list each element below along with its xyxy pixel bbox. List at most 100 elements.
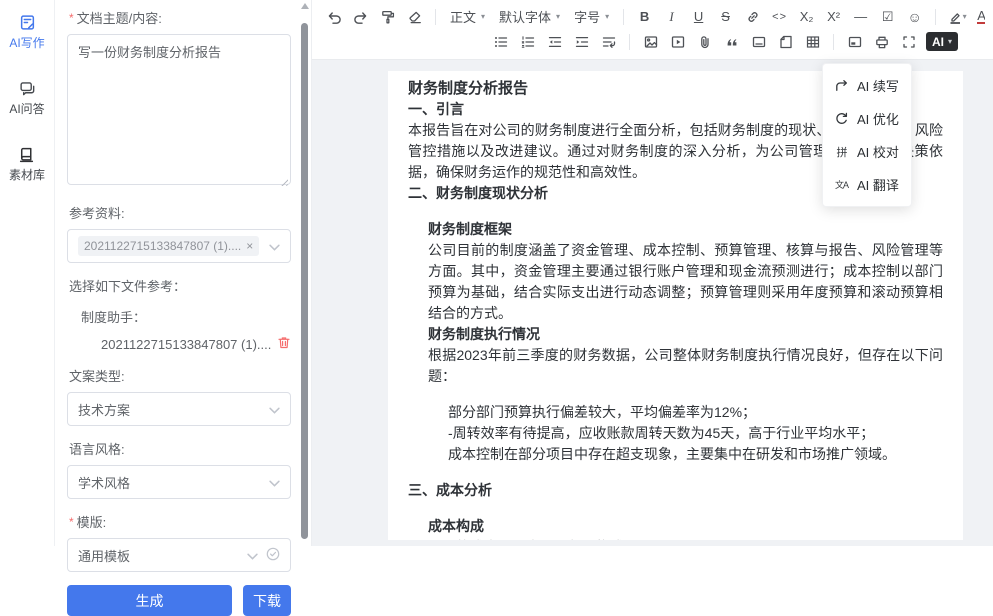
- divider-button[interactable]: [745, 30, 772, 53]
- check-circle-icon[interactable]: [266, 547, 280, 564]
- generate-button[interactable]: 生成: [67, 585, 232, 616]
- superscript-button[interactable]: X²: [820, 5, 847, 28]
- topic-textarea-wrap: 写一份财务制度分析报告: [67, 34, 291, 190]
- reference-label: 参考资料:: [69, 203, 289, 222]
- print-button[interactable]: [868, 30, 895, 53]
- nav-item-label: AI写作: [9, 34, 44, 51]
- app-window: AI写作 AI问答 素材库 * 文: [0, 0, 993, 546]
- horizontal-rule-button[interactable]: —: [847, 5, 874, 28]
- doc-type-label: 文案类型:: [69, 366, 289, 385]
- outdent-button[interactable]: [541, 30, 568, 53]
- chevron-down-icon: [269, 475, 280, 490]
- download-button[interactable]: 下载: [243, 585, 291, 616]
- editor: 正文▾ 默认字体▾ 字号▾ B I U S <> X₂ X² —: [312, 0, 993, 546]
- menu-item-ai-translate[interactable]: 文A AI 翻译: [823, 168, 911, 201]
- doc-block: 成本构成: [408, 516, 943, 537]
- scrollbar-thumb[interactable]: [301, 23, 308, 539]
- caret-down-icon: ▾: [605, 12, 609, 21]
- doc-block: 成本控制在部分项目中存在超支现象，主要集中在研发和市场推广领域。: [408, 444, 943, 465]
- font-color-button[interactable]: A ▾: [970, 5, 985, 28]
- reference-tag[interactable]: 2021122715133847807 (1).... ×: [78, 236, 259, 256]
- form-actions: 生成 下载: [67, 585, 291, 616]
- toolbar-row-2: AI ▾: [487, 29, 985, 54]
- caret-down-icon: ▾: [556, 12, 560, 21]
- template-select[interactable]: 通用模板: [67, 538, 291, 572]
- reference-select[interactable]: 2021122715133847807 (1).... ×: [67, 229, 291, 263]
- underline-button[interactable]: U: [685, 5, 712, 28]
- scroll-up-arrow[interactable]: [301, 3, 309, 9]
- inline-code-button[interactable]: <>: [766, 5, 793, 28]
- subscript-button[interactable]: X₂: [793, 5, 820, 28]
- ai-writing-form: * 文档主题/内容: 写一份财务制度分析报告 参考资料: 20211227151…: [55, 0, 312, 546]
- link-icon[interactable]: [739, 5, 766, 28]
- redo-button[interactable]: [347, 5, 374, 28]
- undo-button[interactable]: [320, 5, 347, 28]
- ai-tools-button[interactable]: AI ▾: [926, 32, 958, 51]
- font-size-select[interactable]: 字号▾: [567, 5, 616, 28]
- toolbar-separator: [435, 9, 436, 25]
- nav-item-ai-writing[interactable]: AI写作: [9, 14, 44, 51]
- editor-toolbar: 正文▾ 默认字体▾ 字号▾ B I U S <> X₂ X² —: [312, 0, 993, 60]
- indent-button[interactable]: [568, 30, 595, 53]
- optimize-refresh-icon: [834, 111, 849, 126]
- library-icon: [18, 146, 35, 163]
- doc-block: 三、成本分析: [408, 480, 943, 501]
- toolbar-separator: [629, 34, 630, 50]
- highlight-pen-button[interactable]: ▾: [943, 5, 970, 28]
- font-family-select[interactable]: 默认字体▾: [492, 5, 567, 28]
- fullscreen-button[interactable]: [895, 30, 922, 53]
- tag-close-icon[interactable]: ×: [246, 240, 253, 252]
- strikethrough-button[interactable]: S: [712, 5, 739, 28]
- style-label: 语言风格:: [69, 439, 289, 458]
- toolbar-separator: [833, 34, 834, 50]
- code-block-button[interactable]: [772, 30, 799, 53]
- doc-block: 财务制度框架: [408, 219, 943, 240]
- menu-item-ai-continue[interactable]: AI 续写: [823, 69, 911, 102]
- paragraph-style-select[interactable]: 正文▾: [443, 5, 492, 28]
- emoji-button[interactable]: ☺: [901, 5, 928, 28]
- nav-item-material-library[interactable]: 素材库: [9, 146, 45, 183]
- source-view-button[interactable]: [841, 30, 868, 53]
- text-wrap-button[interactable]: [595, 30, 622, 53]
- menu-item-ai-proofread[interactable]: 拼 AI 校对: [823, 135, 911, 168]
- assistant-label: 制度助手：: [81, 307, 289, 326]
- chevron-down-icon: [247, 548, 258, 563]
- required-mark: *: [69, 11, 74, 25]
- trash-icon[interactable]: [277, 335, 291, 353]
- proofread-icon: 拼: [834, 144, 849, 160]
- bullet-list-button[interactable]: [487, 30, 514, 53]
- doc-block: 部分部门预算执行偏差较大，平均偏差率为12%；: [408, 402, 943, 423]
- menu-item-ai-optimize[interactable]: AI 优化: [823, 102, 911, 135]
- template-label: * 模版:: [69, 512, 289, 531]
- nav-item-ai-qa[interactable]: AI问答: [9, 80, 44, 117]
- bold-button[interactable]: B: [631, 5, 658, 28]
- chevron-down-icon: [269, 239, 280, 254]
- toolbar-separator: [623, 9, 624, 25]
- topic-label: * 文档主题/内容:: [69, 8, 289, 27]
- doc-block: -周转效率有待提高，应收账款周转天数为45天，高于行业平均水平；: [408, 423, 943, 444]
- doc-block: 公司目前的制度涵盖了资金管理、成本控制、预算管理、核算与报告、风险管理等方面。其…: [408, 240, 943, 324]
- topic-textarea[interactable]: 写一份财务制度分析报告: [67, 34, 291, 185]
- doc-type-select[interactable]: 技术方案: [67, 392, 291, 426]
- ordered-list-button[interactable]: [514, 30, 541, 53]
- italic-button[interactable]: I: [658, 5, 685, 28]
- toolbar-separator: [935, 9, 936, 25]
- insert-video-button[interactable]: [664, 30, 691, 53]
- toolbar-row-1: 正文▾ 默认字体▾ 字号▾ B I U S <> X₂ X² —: [320, 4, 985, 29]
- format-painter-button[interactable]: [374, 5, 401, 28]
- todo-checkbox-button[interactable]: ☑: [874, 5, 901, 28]
- blockquote-button[interactable]: [718, 30, 745, 53]
- caret-down-icon: ▾: [481, 12, 485, 21]
- attachment-button[interactable]: [691, 30, 718, 53]
- nav-item-label: AI问答: [9, 100, 44, 117]
- reference-file-row: 2021122715133847807 (1)....: [101, 335, 291, 353]
- file-name: 2021122715133847807 (1)....: [101, 337, 271, 352]
- doc-block: 公司的成本主要由以下部分构成：: [408, 537, 943, 540]
- ai-dropdown-menu: AI 续写 AI 优化 拼 AI 校对 文A AI 翻译: [822, 63, 912, 207]
- insert-table-button[interactable]: [799, 30, 826, 53]
- style-select[interactable]: 学术风格: [67, 465, 291, 499]
- nav-item-label: 素材库: [9, 166, 45, 183]
- clear-format-eraser-button[interactable]: [401, 5, 428, 28]
- panel-scrollbar[interactable]: [300, 0, 310, 546]
- insert-image-button[interactable]: [637, 30, 664, 53]
